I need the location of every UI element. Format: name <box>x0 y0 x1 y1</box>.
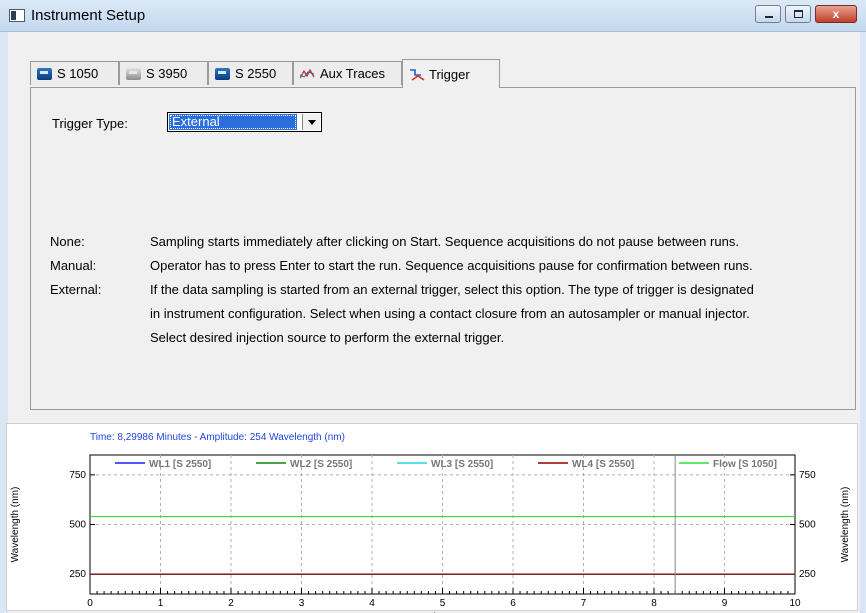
x-tick-label: 8 <box>651 598 657 609</box>
y-tick-label: 750 <box>69 470 86 481</box>
x-tick-label: 2 <box>228 598 234 609</box>
legend-label: WL2 [S 2550] <box>290 459 352 470</box>
y2-tick-label: 250 <box>799 569 816 580</box>
x-tick-label: 0 <box>87 598 93 609</box>
x-tick-label: 6 <box>510 598 516 609</box>
legend-label: WL4 [S 2550] <box>572 459 634 470</box>
legend-label: WL3 [S 2550] <box>431 459 493 470</box>
y-tick-label: 250 <box>69 569 86 580</box>
trace-chart[interactable]: 012345678910250250500500750750MinutesWav… <box>0 0 866 613</box>
tab-trigger[interactable]: Trigger <box>402 59 500 88</box>
x-tick-label: 5 <box>440 598 446 609</box>
x-tick-label: 4 <box>369 598 375 609</box>
legend-label: Flow [S 1050] <box>713 459 777 470</box>
y2-tick-label: 750 <box>799 470 816 481</box>
x-tick-label: 10 <box>789 598 801 609</box>
trigger-icon <box>409 68 425 81</box>
y-tick-label: 500 <box>69 520 86 531</box>
x-tick-label: 9 <box>722 598 728 609</box>
y2-axis-label: Wavelength (nm) <box>840 487 851 563</box>
x-tick-label: 1 <box>158 598 164 609</box>
y2-tick-label: 500 <box>799 520 816 531</box>
legend-label: WL1 [S 2550] <box>149 459 211 470</box>
tab-label: Trigger <box>429 66 470 82</box>
x-tick-label: 7 <box>581 598 587 609</box>
y-axis-label: Wavelength (nm) <box>10 487 21 563</box>
x-tick-label: 3 <box>299 598 305 609</box>
